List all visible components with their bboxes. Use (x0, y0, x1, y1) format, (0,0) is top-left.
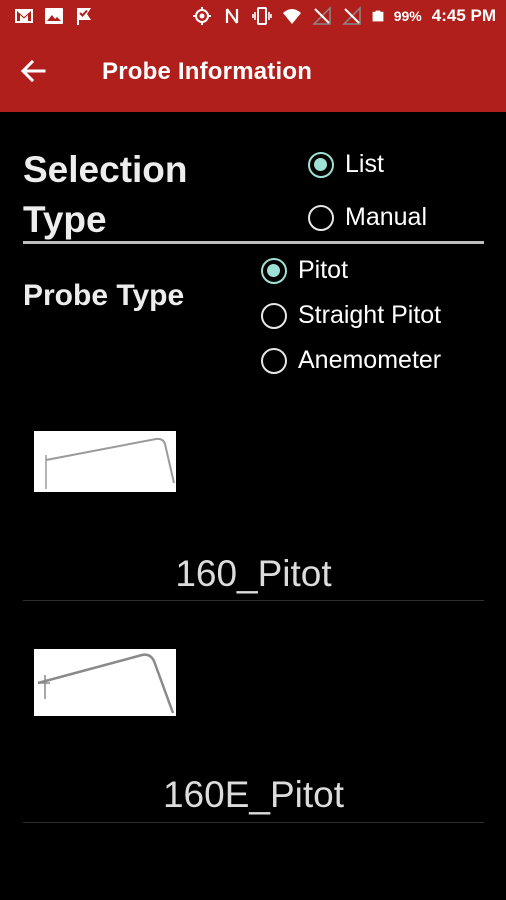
arrow-left-icon (20, 59, 46, 83)
section-divider (23, 241, 484, 244)
radio-unchecked-icon (261, 302, 287, 329)
battery-icon (372, 10, 384, 22)
image-icon (45, 8, 63, 24)
radio-unchecked-icon (308, 204, 334, 231)
clock: 4:45 PM (431, 6, 496, 25)
back-button[interactable] (20, 58, 60, 88)
radio-pitot[interactable]: Pitot (261, 256, 348, 285)
status-bar-left (14, 6, 94, 26)
radio-straight-pitot[interactable]: Straight Pitot (261, 301, 441, 330)
wifi-icon (282, 9, 301, 24)
radio-label: Manual (345, 203, 427, 231)
pitot-tube-image (34, 431, 176, 492)
radio-label: Pitot (298, 256, 349, 284)
probe-name: 160E_Pitot (162, 774, 345, 815)
gmail-icon (15, 9, 33, 23)
no-signal-icon (341, 6, 361, 25)
probe-type-label: Probe Type (23, 279, 185, 312)
radio-checked-icon (308, 151, 334, 178)
probe-name: 160_Pitot (175, 553, 332, 594)
vibrate-icon (251, 7, 272, 25)
location-icon (192, 7, 211, 25)
radio-checked-icon (261, 257, 287, 284)
radio-label: List (345, 150, 384, 178)
battery-percent: 99% (393, 8, 422, 24)
list-divider (23, 822, 484, 823)
nfc-icon (225, 8, 238, 24)
no-signal-icon (311, 6, 331, 25)
status-bar: 99% 4:45 PM (0, 0, 506, 34)
radio-anemometer[interactable]: Anemometer (261, 346, 441, 375)
status-bar-right: 99% 4:45 PM (192, 6, 496, 26)
radio-list[interactable]: List (308, 150, 384, 179)
app-bar: Probe Information (0, 34, 506, 112)
probe-list-item[interactable]: 160E_Pitot (23, 648, 484, 824)
radio-label: Straight Pitot (298, 301, 442, 329)
pitot-tube-image (34, 649, 176, 716)
radio-manual[interactable]: Manual (308, 203, 427, 232)
check-flag-icon (77, 8, 91, 25)
probe-list-item[interactable]: 160_Pitot (23, 430, 484, 602)
selection-type-label: Selection Type (23, 149, 188, 240)
list-divider (23, 600, 484, 601)
radio-unchecked-icon (261, 347, 287, 374)
page-title: Probe Information (102, 58, 313, 85)
radio-label: Anemometer (298, 346, 442, 374)
